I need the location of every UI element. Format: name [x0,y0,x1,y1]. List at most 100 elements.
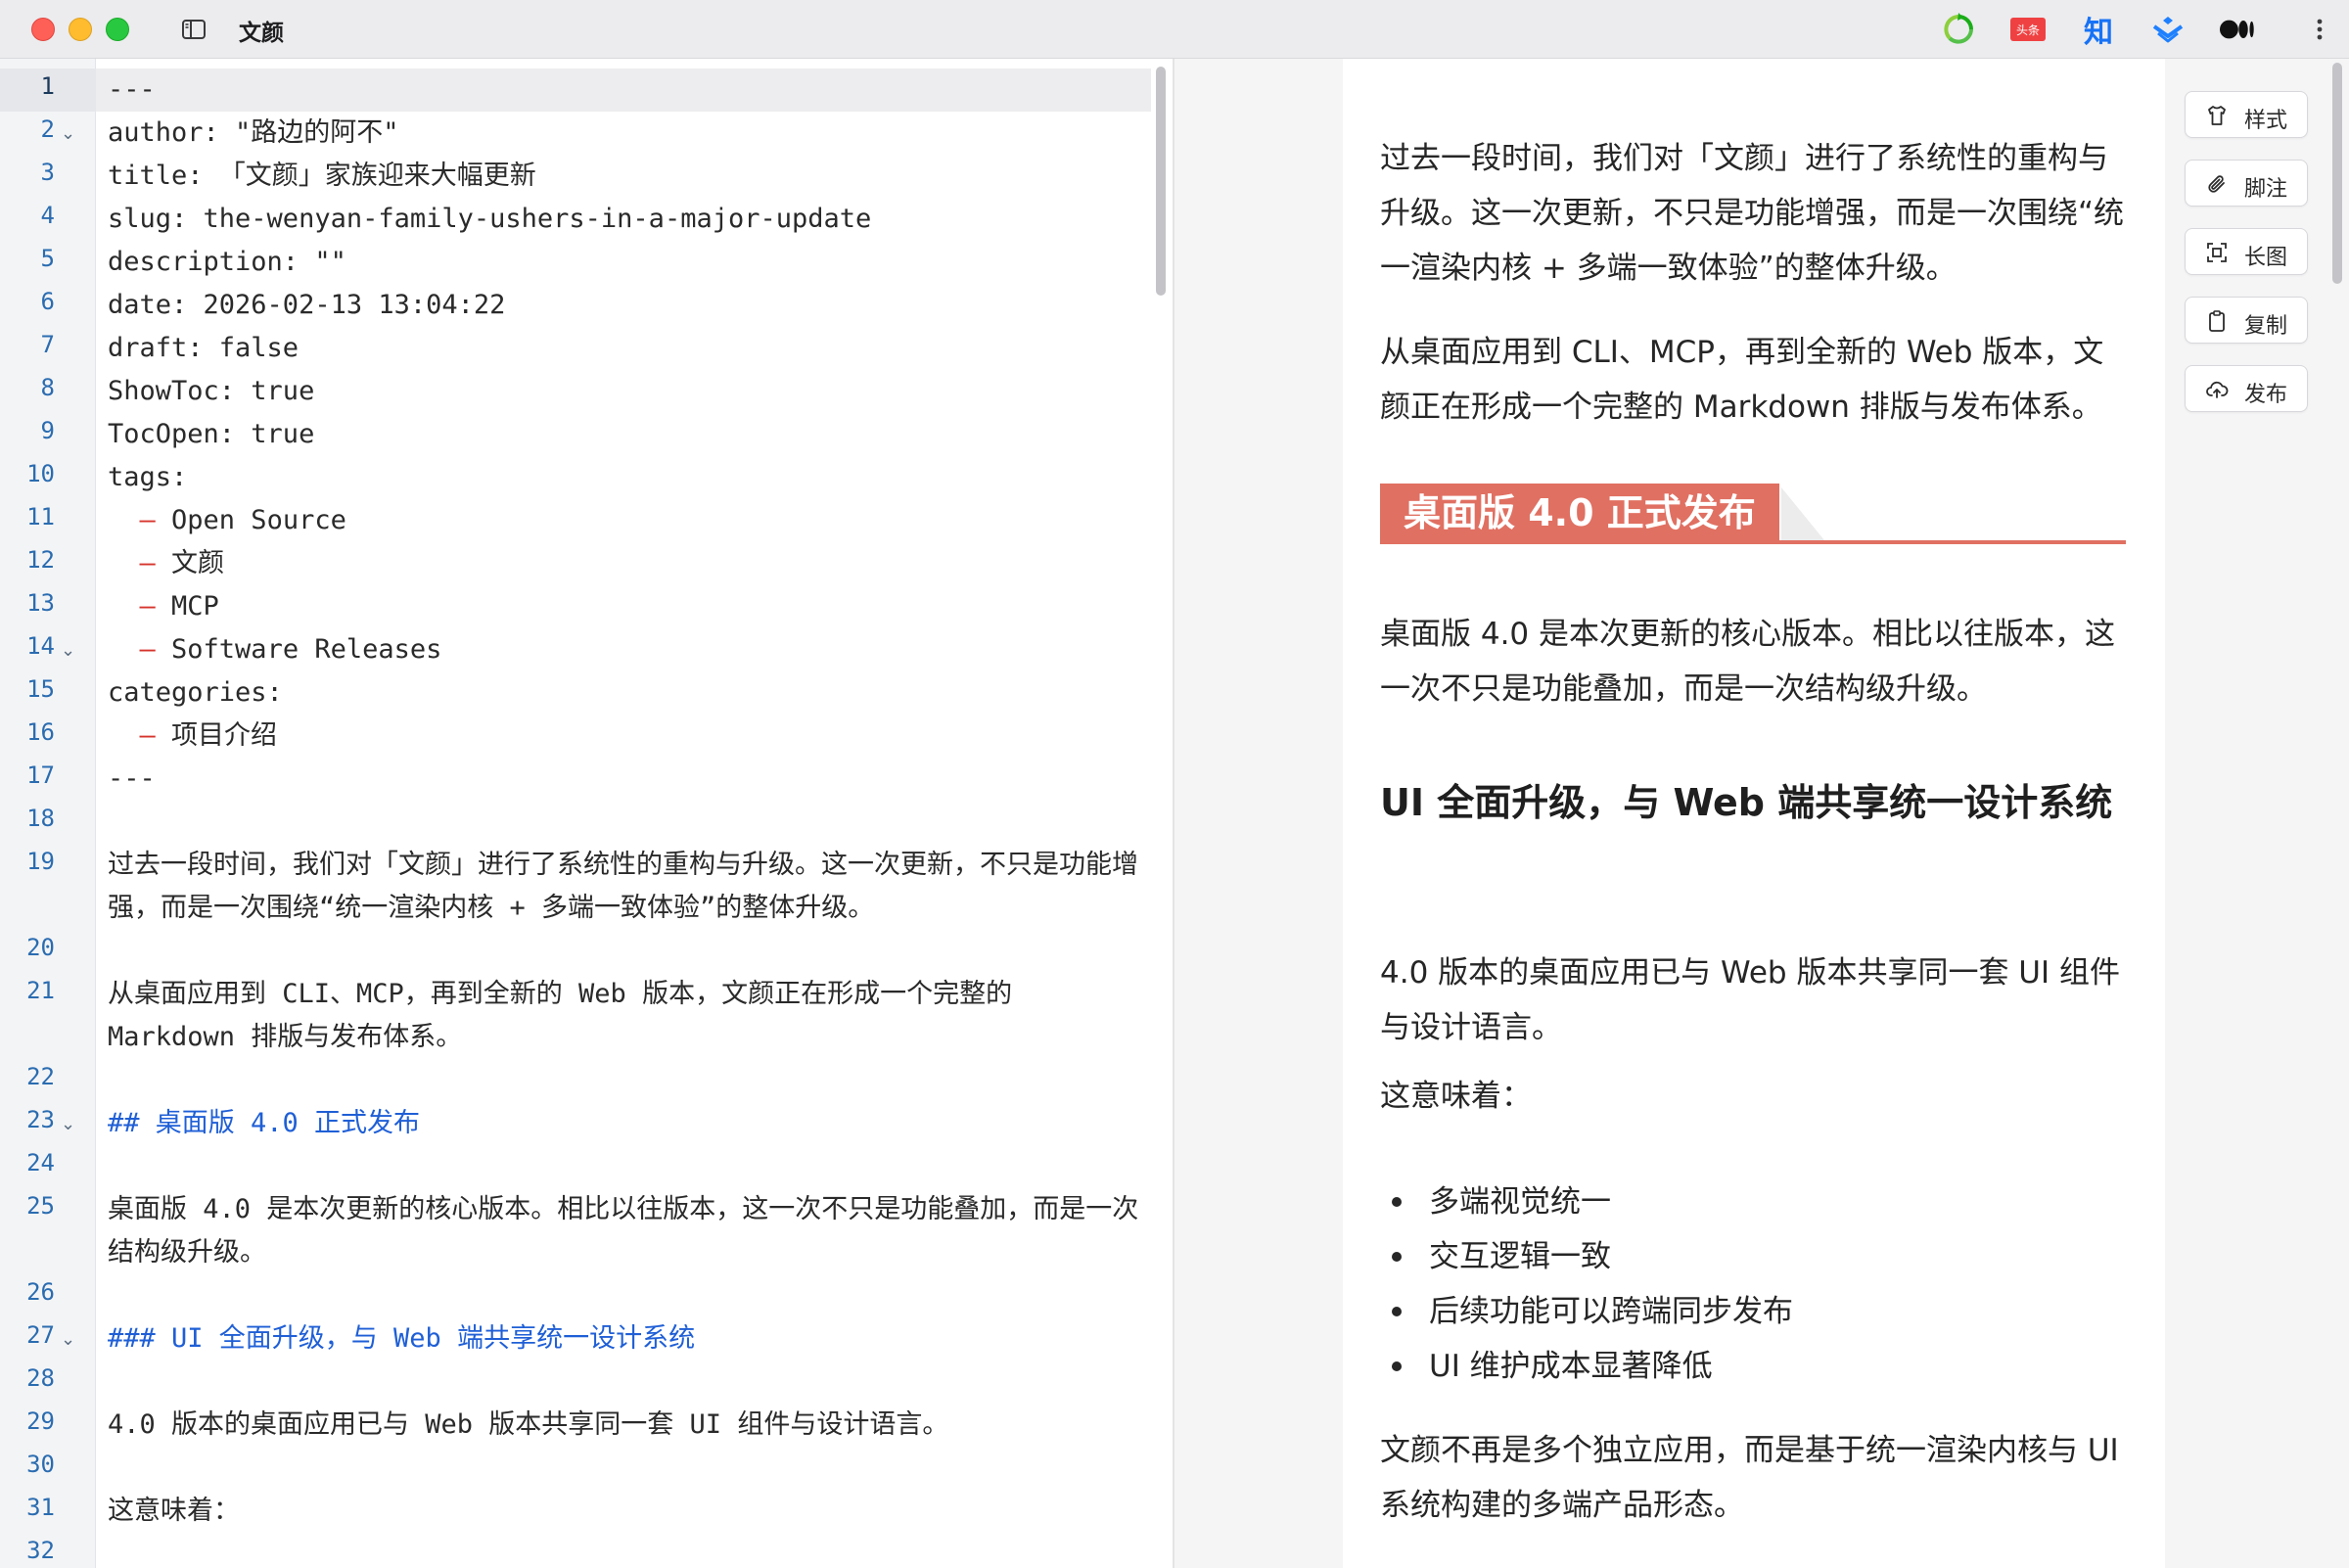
code-line[interactable]: categories: [108,671,283,715]
list-item: 交互逻辑一致 [1429,1239,1611,1274]
code-line[interactable]: slug: the-wenyan-family-ushers-in-a-majo… [108,198,871,241]
bullet-dot [1392,1197,1402,1207]
cloud-upload-icon [2206,381,2229,398]
code-line[interactable]: --- [108,69,156,112]
medium-icon[interactable] [2220,12,2255,47]
paperclip-icon [2208,175,2225,193]
preview-paragraph: 桌面版 4.0 是本次更新的核心版本。相比以往版本，这一次不只是功能叠加，而是一… [1380,617,2116,707]
fold-chevron-icon[interactable]: ⌄ [61,640,75,661]
code-line[interactable]: 4.0 版本的桌面应用已与 Web 版本共享同一套 UI 组件与设计语言。 [108,1404,948,1447]
line-number: 13 [26,589,55,617]
minimize-window-button[interactable] [69,18,92,41]
code-line[interactable]: --- [108,758,156,801]
preview-article: 过去一段时间，我们对「文颜」进行了系统性的重构与升级。这一次更新，不只是功能增强… [1343,59,2165,1568]
editor-scrollbar[interactable] [1156,67,1166,296]
line-number: 2 [40,115,55,143]
line-number: 3 [40,159,55,186]
h2-corner-decoration [1781,487,1824,540]
line-number: 28 [26,1364,55,1392]
toutiao-icon[interactable]: 头条 [2010,12,2046,47]
code-line-heading[interactable]: ### UI 全面升级，与 Web 端共享统一设计系统 [108,1317,695,1360]
clipboard-icon [2209,310,2225,332]
line-number: 31 [26,1494,55,1521]
line-number: 30 [26,1451,55,1478]
code-line[interactable]: – Software Releases [108,628,442,671]
code-line[interactable]: date: 2026-02-13 13:04:22 [108,284,505,327]
line-number: 4 [40,202,55,229]
window-title: 文颜 [239,21,284,46]
publish-button[interactable]: 发布 [2185,365,2308,412]
code-line[interactable]: title: 「文颜」家族迎来大幅更新 [108,155,536,198]
zoom-window-button[interactable] [106,18,129,41]
line-number: 32 [26,1537,55,1564]
code-line[interactable]: – 文颜 [108,542,225,585]
more-icon[interactable] [2306,12,2333,47]
shirt-icon [2208,106,2226,125]
bullet-dot [1392,1252,1402,1262]
h2-title: 桌面版 4.0 正式发布 [1380,484,1779,540]
line-number: 9 [40,417,55,444]
code-line[interactable]: description: "" [108,241,346,284]
preview-paragraph: 4.0 版本的桌面应用已与 Web 版本共享同一套 UI 组件与设计语言。 [1380,955,2120,1045]
code-line[interactable]: – Open Source [108,499,346,542]
wechat-sync-icon[interactable] [1941,12,1976,47]
markdown-editor[interactable]: 1 2 3 4 5 6 7 8 9 10 11 12 13 14 15 16 1… [0,59,1173,1568]
list-dash: – [108,634,172,665]
preview-paragraph: 过去一段时间，我们对「文颜」进行了系统性的重构与升级。这一次更新，不只是功能增强… [1380,141,2125,286]
footnote-button[interactable]: 脚注 [2185,160,2308,207]
line-number: 15 [26,675,55,703]
zhihu-icon[interactable]: 知 [2081,12,2116,50]
preview-h2: 桌面版 4.0 正式发布 [1380,484,2126,544]
code-line-paragraph[interactable]: 从桌面应用到 CLI、MCP，再到全新的 Web 版本，文颜正在形成一个完整的 … [108,973,1145,1059]
long-image-button[interactable]: 长图 [2185,228,2308,275]
line-number: 8 [40,374,55,401]
line-number: 5 [40,245,55,272]
list-dash: – [108,505,172,535]
copy-button-label: 复制 [2244,314,2288,339]
line-number: 19 [26,848,55,875]
code-line[interactable]: author: "路边的阿不" [108,112,399,155]
line-number: 16 [26,718,55,746]
long-image-button-label: 长图 [2244,246,2288,270]
svg-text:头条: 头条 [2016,23,2040,37]
bullet-dot [1392,1361,1402,1371]
list-dash: – [108,591,172,622]
tag-value: MCP [171,591,219,622]
code-line[interactable]: – MCP [108,585,219,628]
code-line[interactable]: tags: [108,456,187,499]
line-number: 29 [26,1407,55,1435]
code-line[interactable]: ShowToc: true [108,370,314,413]
fold-chevron-icon[interactable]: ⌄ [61,123,75,144]
style-button[interactable]: 样式 [2185,91,2308,138]
code-line[interactable]: – 项目介绍 [108,715,278,758]
line-number: 11 [26,503,55,530]
style-button-label: 样式 [2244,109,2288,133]
copy-button[interactable]: 复制 [2185,297,2308,344]
preview-scrollbar[interactable] [2332,63,2342,284]
line-number: 18 [26,805,55,832]
active-line-highlight [96,69,1151,112]
code-line[interactable]: 这意味着： [108,1490,240,1533]
tag-value: Open Source [171,505,346,535]
code-line-paragraph[interactable]: 过去一段时间，我们对「文颜」进行了系统性的重构与升级。这一次更新，不只是功能增强… [108,844,1145,930]
juejin-icon[interactable] [2150,12,2186,47]
line-number: 23 [26,1106,55,1133]
line-number: 20 [26,934,55,961]
close-window-button[interactable] [31,18,55,41]
list-item: 多端视觉统一 [1429,1184,1611,1220]
tag-value: Software Releases [171,634,442,665]
code-line-paragraph[interactable]: 桌面版 4.0 是本次更新的核心版本。相比以往版本，这一次不只是功能叠加，而是一… [108,1188,1145,1274]
code-line[interactable]: TocOpen: true [108,413,314,456]
zhihu-label: 知 [2084,16,2113,50]
list-dash: – [108,548,172,578]
sidebar-toggle-icon[interactable] [180,16,207,43]
fold-chevron-icon[interactable]: ⌄ [61,1114,75,1134]
line-number: 10 [26,460,55,487]
code-line[interactable]: draft: false [108,327,299,370]
category-value: 项目介绍 [171,720,278,751]
code-line-heading[interactable]: ## 桌面版 4.0 正式发布 [108,1102,420,1145]
list-item: UI 维护成本显著降低 [1429,1349,1713,1384]
h2-underline [1380,540,2126,544]
fold-chevron-icon[interactable]: ⌄ [61,1329,75,1350]
preview-paragraph: 文颜不再是多个独立应用，而是基于统一渲染内核与 UI 系统构建的多端产品形态。 [1380,1433,2119,1523]
